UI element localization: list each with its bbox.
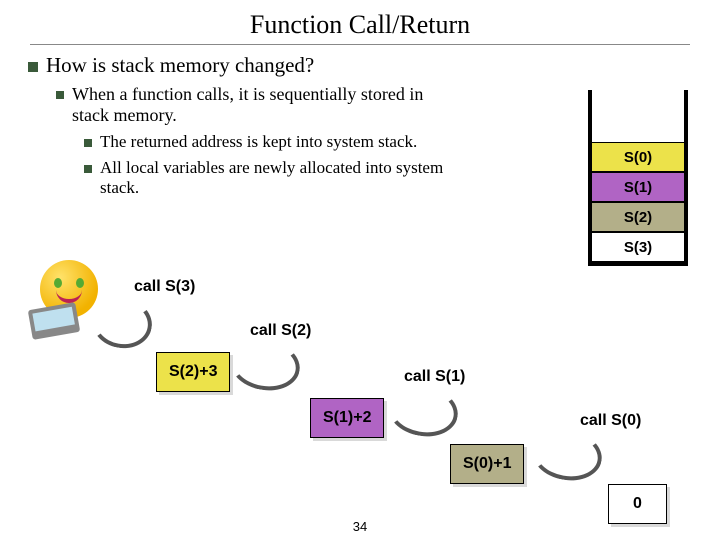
p1a-text: The returned address is kept into system… — [100, 132, 417, 152]
stack-diagram: S(0) S(1) S(2) S(3) — [588, 90, 688, 266]
label-call-s0: call S(0) — [580, 412, 641, 430]
label-call-s3: call S(3) — [134, 278, 195, 296]
box-s1plus2: S(1)+2 — [310, 398, 384, 438]
box-s2plus3: S(2)+3 — [156, 352, 230, 392]
arc-2 — [226, 334, 304, 395]
bullet-p1a: The returned address is kept into system… — [84, 132, 524, 152]
label-call-s2: call S(2) — [250, 322, 311, 340]
arc-3 — [384, 380, 462, 441]
stack-cell-s2: S(2) — [592, 202, 684, 232]
bullet-p1b: All local variables are newly allocated … — [84, 158, 484, 198]
label-call-s1: call S(1) — [404, 368, 465, 386]
arc-4 — [528, 424, 606, 485]
stack-cell-s0: S(0) — [592, 142, 684, 172]
p1b-text: All local variables are newly allocated … — [100, 158, 484, 198]
slide-title: Function Call/Return — [0, 0, 720, 44]
bullet-question: How is stack memory changed? — [28, 53, 720, 78]
bullet-p1: When a function calls, it is sequentiall… — [56, 84, 456, 126]
box-zero: 0 — [608, 484, 667, 524]
divider — [30, 44, 690, 45]
stack-cell-s3: S(3) — [592, 232, 684, 262]
question-text: How is stack memory changed? — [46, 53, 314, 78]
p1-text: When a function calls, it is sequentiall… — [72, 84, 456, 126]
box-s0plus1: S(0)+1 — [450, 444, 524, 484]
stack-cell-s1: S(1) — [592, 172, 684, 202]
page-number: 34 — [0, 519, 720, 534]
